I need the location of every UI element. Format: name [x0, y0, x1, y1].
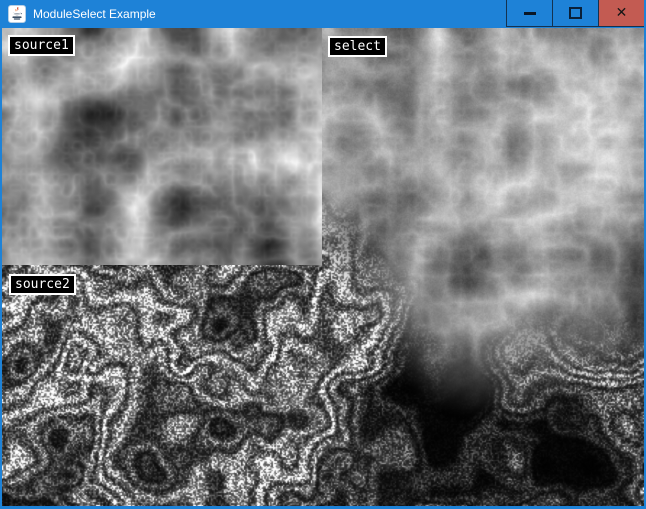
label-source2: source2 [9, 274, 76, 295]
titlebar[interactable]: ModuleSelect Example ✕ [2, 0, 644, 28]
minimize-button[interactable] [506, 0, 552, 27]
minimize-icon [524, 12, 536, 15]
label-source1: source1 [8, 35, 75, 56]
close-icon: ✕ [616, 6, 628, 20]
source1-image [2, 28, 322, 265]
window-controls: ✕ [506, 0, 644, 27]
render-area: source1 select source2 [2, 28, 644, 506]
app-window: ModuleSelect Example ✕ source1 select so… [0, 0, 646, 509]
maximize-icon [569, 7, 582, 19]
maximize-button[interactable] [552, 0, 598, 27]
window-title: ModuleSelect Example [33, 7, 156, 21]
label-select: select [328, 36, 387, 57]
close-button[interactable]: ✕ [598, 0, 644, 27]
source2-image [2, 265, 322, 506]
java-coffee-cup-icon [8, 5, 26, 23]
